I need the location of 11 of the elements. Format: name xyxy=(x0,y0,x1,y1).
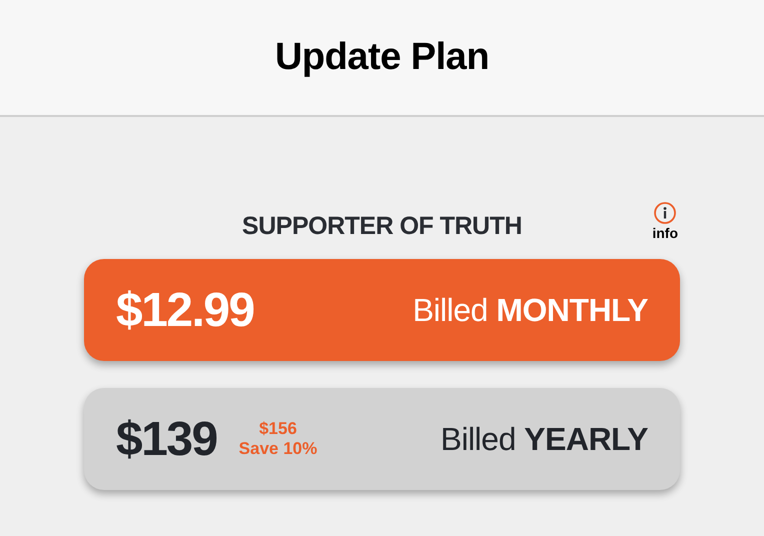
plan-option-card[interactable]: $139 $156 Save 10% Billed YEARLY xyxy=(84,388,680,490)
info-button[interactable]: info xyxy=(652,201,678,241)
price: $139 xyxy=(116,412,217,466)
original-price: $156 xyxy=(258,419,298,439)
billing-period: Billed MONTHLY xyxy=(412,292,648,328)
info-icon xyxy=(653,201,678,225)
billing-period: Billed YEARLY xyxy=(440,420,648,458)
page-title: Update Plan xyxy=(274,36,490,79)
price: $12.99 xyxy=(116,282,254,338)
savings-label: Save 10% xyxy=(238,439,318,459)
plan-name: SUPPORTER OF TRUTH xyxy=(242,210,522,240)
